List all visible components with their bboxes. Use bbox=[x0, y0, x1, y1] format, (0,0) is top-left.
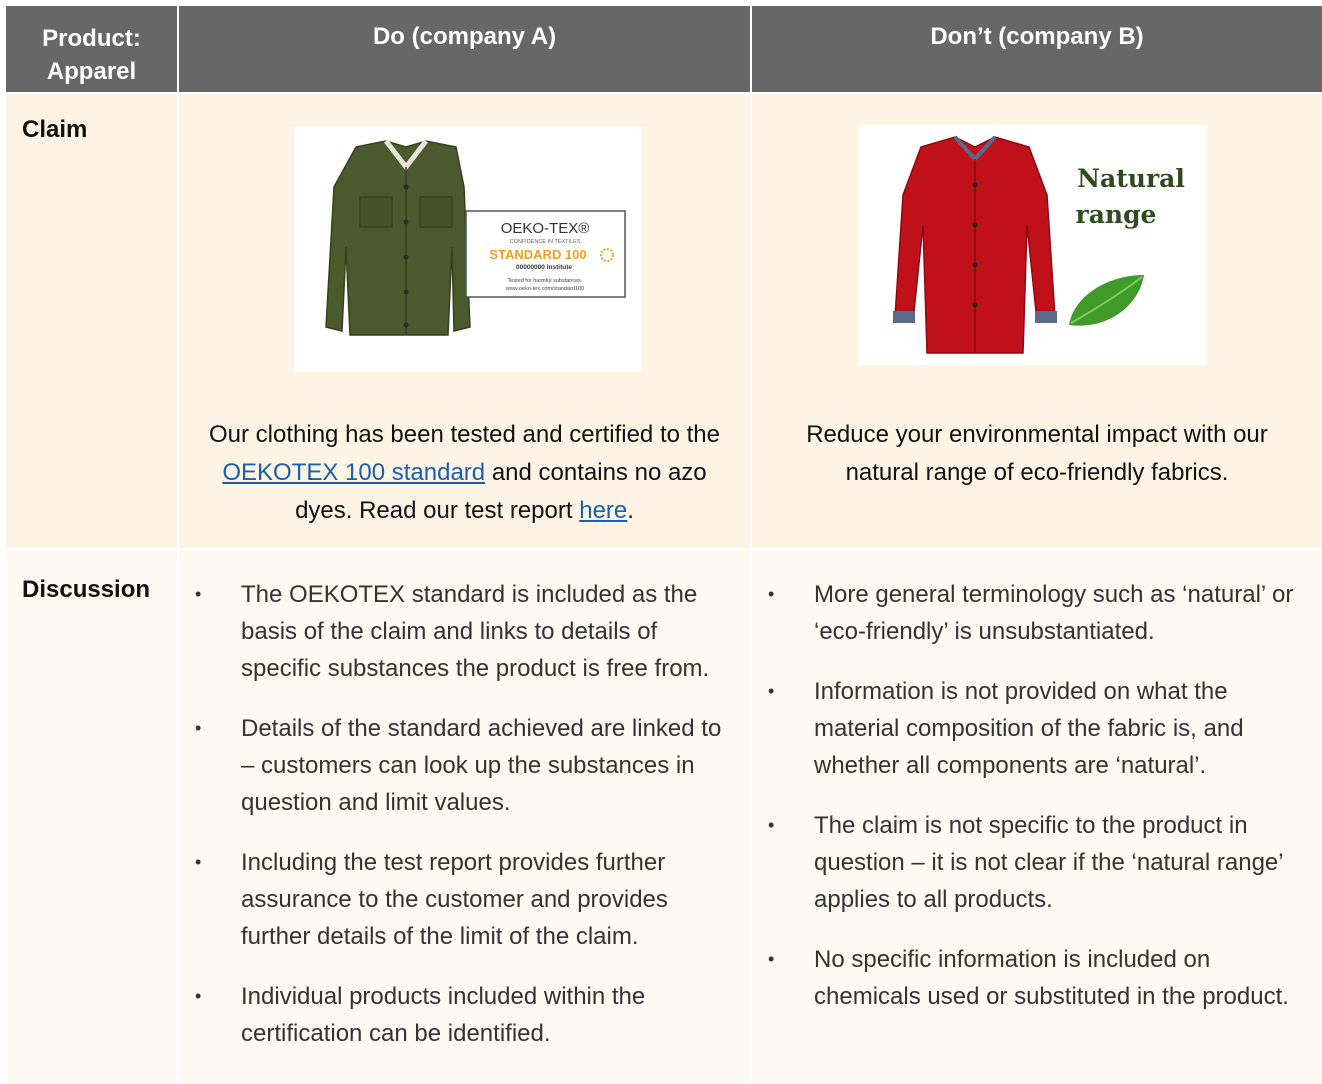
green-shirt-illustration: OEKO-TEX® CONFIDENCE IN TEXTILES STANDAR… bbox=[325, 139, 626, 336]
list-item: • Individual products included within the… bbox=[195, 983, 646, 1047]
dont-discussion-list: • More general terminology such as ‘natur… bbox=[768, 576, 1304, 1038]
do-claim-text: Our clothing has been tested and certifi… bbox=[199, 416, 730, 530]
discussion-label-cell: Discussion bbox=[6, 550, 177, 1084]
list-item: • Including the test report provides furt… bbox=[195, 849, 668, 950]
do-discussion-list: • The OEKOTEX standard is included as the… bbox=[195, 576, 741, 1075]
dont-claim-text: Reduce your environmental impact with ou… bbox=[806, 421, 1268, 486]
badge-standard: STANDARD 100 bbox=[489, 247, 586, 262]
list-item: • More general terminology such as ‘natur… bbox=[768, 581, 1294, 645]
list-item: • Details of the standard achieved are li… bbox=[195, 715, 722, 816]
claim-label-cell: Claim bbox=[6, 94, 177, 548]
badge-note: Tested for harmful substances. bbox=[508, 278, 583, 284]
dont-discussion-cell: • More general terminology such as ‘natur… bbox=[752, 550, 1322, 1084]
oekotex-label: OEKO-TEX® CONFIDENCE IN TEXTILES STANDAR… bbox=[465, 210, 626, 298]
shirt-icon bbox=[325, 139, 471, 336]
comparison-page: Product: Apparel Do (company A) Don’t (c… bbox=[0, 0, 1322, 1084]
list-item: • The OEKOTEX standard is included as the… bbox=[195, 581, 710, 682]
badge-title: OEKO-TEX® bbox=[501, 220, 590, 237]
badge-number: 00000000 Institute bbox=[516, 264, 572, 271]
discussion-label: Discussion bbox=[22, 576, 151, 603]
dont-product-image: Natural range bbox=[859, 125, 1207, 365]
list-item: • Information is not provided on what the… bbox=[768, 678, 1244, 779]
test-report-link[interactable]: here bbox=[579, 497, 627, 524]
badge-sub: CONFIDENCE IN TEXTILES bbox=[510, 239, 581, 245]
badge-url: www.oeko-tex.com/standard100 bbox=[505, 286, 584, 292]
header-do: Do (company A) bbox=[179, 6, 750, 92]
claim-label: Claim bbox=[22, 116, 88, 143]
red-shirt-illustration: Natural range bbox=[893, 135, 1185, 354]
dont-claim-cell: Natural range Reduce your environmental … bbox=[752, 94, 1322, 548]
list-item: • The claim is not specific to the produc… bbox=[768, 812, 1283, 913]
shirt-icon bbox=[893, 135, 1057, 354]
list-item: • No specific information is included on … bbox=[768, 946, 1289, 1010]
header-dont: Don’t (company B) bbox=[752, 6, 1322, 92]
do-claim-cell: OEKO-TEX® CONFIDENCE IN TEXTILES STANDAR… bbox=[179, 94, 750, 548]
natural-caption-1: Natural bbox=[1077, 164, 1185, 193]
header-product: Product: Apparel bbox=[6, 6, 177, 92]
do-claim-part3: . bbox=[627, 497, 634, 524]
leaf-icon bbox=[1069, 275, 1144, 326]
do-discussion-cell: • The OEKOTEX standard is included as the… bbox=[179, 550, 750, 1084]
do-product-image: OEKO-TEX® CONFIDENCE IN TEXTILES STANDAR… bbox=[294, 127, 642, 372]
do-claim-part1: Our clothing has been tested and certifi… bbox=[209, 421, 720, 448]
natural-caption-2: range bbox=[1076, 200, 1157, 229]
oekotex-standard-link[interactable]: OEKOTEX 100 standard bbox=[222, 459, 485, 486]
